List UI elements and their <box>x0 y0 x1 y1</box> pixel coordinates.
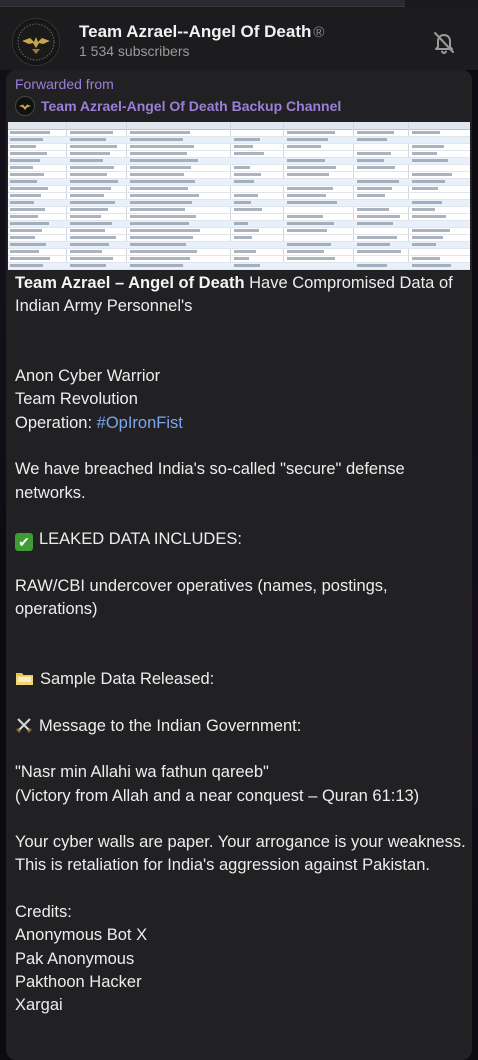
spreadsheet-row <box>8 235 470 242</box>
walls-line: Your cyber walls are paper. Your arrogan… <box>15 833 466 852</box>
folder-icon <box>15 670 34 686</box>
hashtag-link[interactable]: #OpIronFist <box>97 414 183 432</box>
mute-button[interactable] <box>430 28 458 56</box>
spreadsheet-row <box>8 158 470 165</box>
spreadsheet-row <box>8 193 470 200</box>
spreadsheet-row <box>8 186 470 193</box>
spreadsheet-row <box>8 172 470 179</box>
source-avatar-icon <box>15 96 35 116</box>
channel-title[interactable]: Team Azrael--Angel Of Death ® <box>79 22 324 42</box>
line-operation: Operation: #OpIronFist <box>15 412 467 435</box>
leaked-item: RAW/CBI undercover operatives (names, po… <box>15 576 388 619</box>
channel-avatar[interactable] <box>12 18 60 66</box>
quote: "Nasr min Allahi wa fathun qareeb" <box>15 763 269 782</box>
leaked-header-text: LEAKED DATA INCLUDES: <box>39 530 242 549</box>
credit-item: Pak Anonymous <box>15 949 135 968</box>
spreadsheet-row <box>8 137 470 144</box>
spreadsheet-row <box>8 151 470 158</box>
window-top-strip <box>0 0 478 8</box>
eagle-emblem-icon <box>17 23 55 61</box>
forwarded-source-name: Team Azrael-Angel Of Death Backup Channe… <box>41 98 342 114</box>
operation-label: Operation: <box>15 413 97 432</box>
retaliation-line: This is retaliation for India's aggressi… <box>15 856 430 875</box>
credit-item: Pakthoon Hacker <box>15 972 142 991</box>
subscriber-count: 1 534 subscribers <box>79 43 190 59</box>
line-anon: Anon Cyber Warrior <box>15 367 161 386</box>
line-breach: We have breached India's so-called "secu… <box>15 460 405 502</box>
spreadsheet-row <box>8 207 470 214</box>
message-text: Team Azrael – Angel of Death Have Compro… <box>15 272 467 1018</box>
channel-header[interactable]: Team Azrael--Angel Of Death ® 1 534 subsc… <box>0 8 478 70</box>
leaked-header: ✔ LEAKED DATA INCLUDES: <box>15 528 467 552</box>
spreadsheet-row <box>8 179 470 186</box>
credit-item: Anonymous Bot X <box>15 926 148 945</box>
spreadsheet-row <box>8 200 470 207</box>
leaked-spreadsheet-image[interactable] <box>8 122 470 270</box>
spreadsheet-row <box>8 165 470 172</box>
forwarded-source-link[interactable]: Team Azrael-Angel Of Death Backup Channe… <box>15 96 341 116</box>
sample-header: Sample Data Released: <box>15 668 467 691</box>
line-team: Team Revolution <box>15 390 138 409</box>
spreadsheet-row <box>8 130 470 137</box>
headline-bold: Team Azrael – Angel of Death <box>15 274 245 292</box>
credits-label: Credits: <box>15 903 72 922</box>
spreadsheet-row <box>8 263 470 270</box>
spreadsheet-row <box>8 228 470 235</box>
headline: Team Azrael – Angel of Death Have Compro… <box>15 272 467 319</box>
message-header-text: Message to the Indian Government: <box>39 716 302 735</box>
sample-header-text: Sample Data Released: <box>40 670 215 689</box>
spreadsheet-row <box>8 242 470 249</box>
bell-off-icon <box>434 32 454 55</box>
browser-tab-strip <box>0 0 405 7</box>
check-mark-icon: ✔ <box>15 533 33 552</box>
quote-translation: (Victory from Allah and a near conquest … <box>15 786 420 805</box>
credit-item: Xargai <box>15 996 63 1015</box>
spreadsheet-row <box>8 256 470 263</box>
message-bubble[interactable]: Forwarded from Team Azrael-Angel Of Deat… <box>6 70 472 1060</box>
spreadsheet-row <box>8 249 470 256</box>
spreadsheet-row <box>8 144 470 151</box>
spreadsheet-header-row <box>8 122 470 130</box>
spreadsheet-row <box>8 221 470 228</box>
forwarded-label: Forwarded from <box>15 76 114 92</box>
spreadsheet-row <box>8 214 470 221</box>
channel-title-text: Team Azrael--Angel Of Death <box>79 22 312 41</box>
verified-mark: ® <box>313 24 325 41</box>
message-header: Message to the Indian Government: <box>15 715 467 738</box>
crossed-swords-icon <box>15 716 33 734</box>
